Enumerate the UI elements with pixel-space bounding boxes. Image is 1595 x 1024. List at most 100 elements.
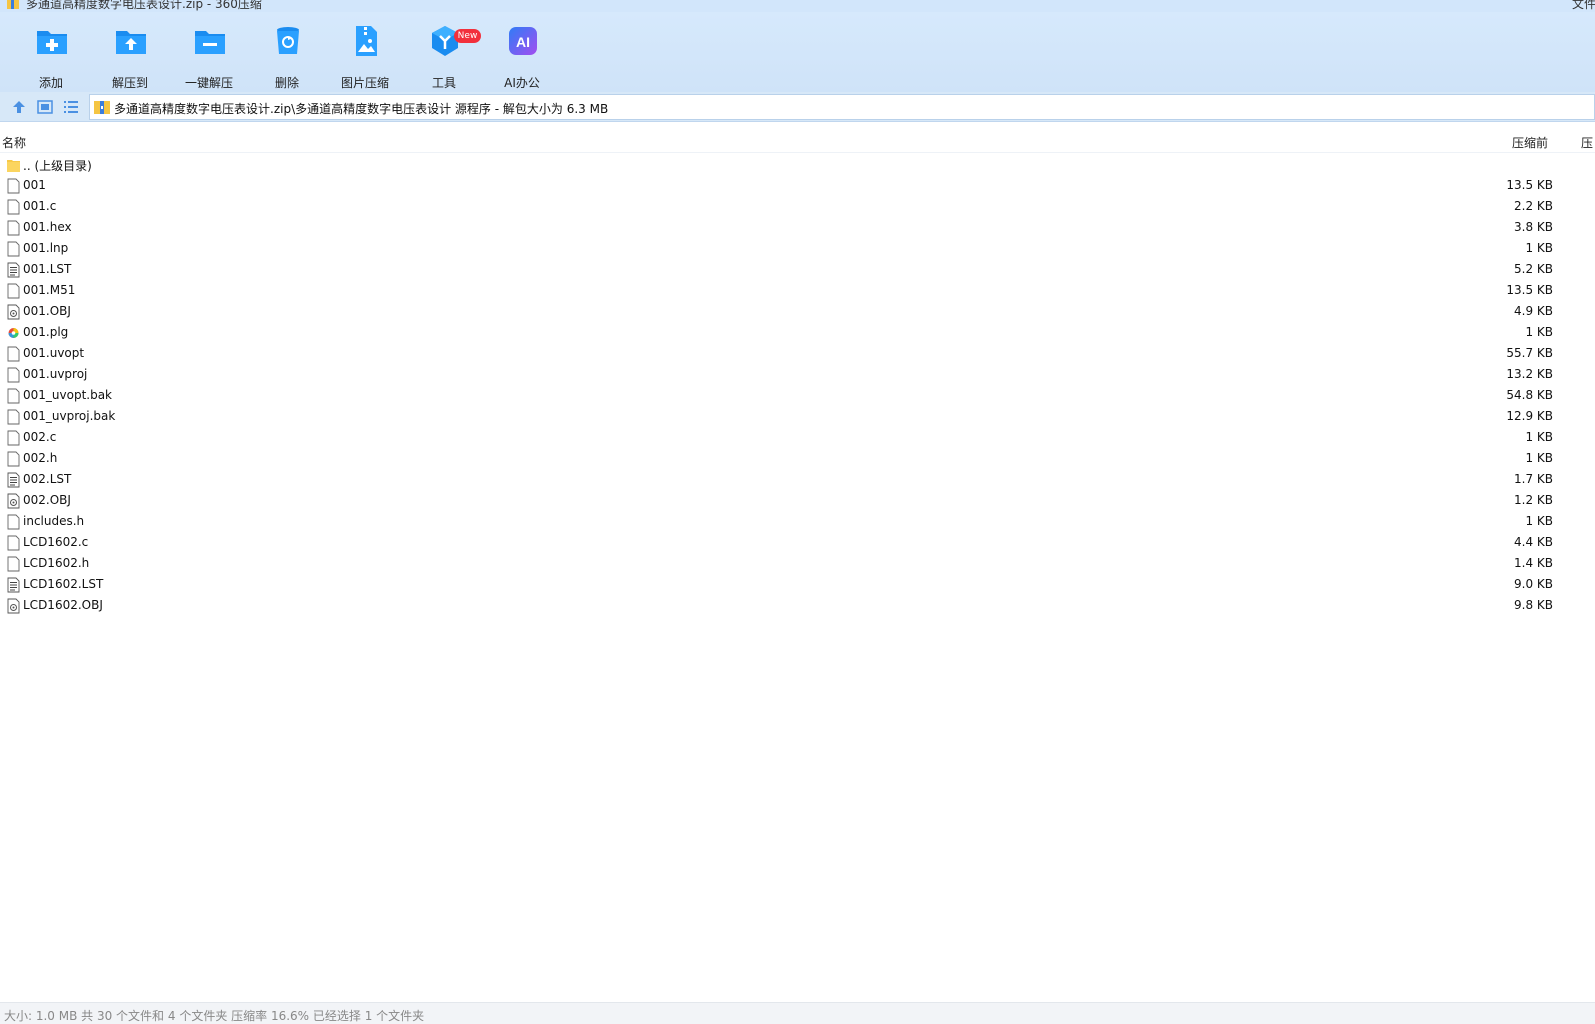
file-name: 002.h: [23, 451, 58, 465]
main-toolbar: 添加 解压到 一键解压 删除 图片压缩 工具 AI AI办公 New: [0, 12, 1595, 92]
column-name[interactable]: 名称: [2, 134, 26, 151]
file-name: 001_uvopt.bak: [23, 388, 113, 402]
file-size: 4.9 KB: [1514, 304, 1553, 318]
object-file-icon: [7, 493, 20, 509]
file-icon: [7, 388, 20, 404]
file-row[interactable]: 002.h 1 KB: [0, 448, 1595, 469]
extract-to-icon: [116, 31, 146, 54]
image-compress-icon: [356, 26, 377, 56]
file-name: 001.plg: [23, 325, 69, 339]
file-size: 1 KB: [1525, 241, 1553, 255]
image-compress-button[interactable]: 图片压缩: [327, 24, 403, 90]
file-row[interactable]: LCD1602.h 1.4 KB: [0, 553, 1595, 574]
text-file-icon: [7, 262, 20, 278]
delete-button-label: 删除: [274, 76, 299, 90]
file-row[interactable]: 001.plg 1 KB: [0, 322, 1595, 343]
file-row[interactable]: LCD1602.OBJ 9.8 KB: [0, 595, 1595, 616]
thumbnail-view-icon[interactable]: [36, 98, 54, 116]
file-row[interactable]: 001.LST 5.2 KB: [0, 259, 1595, 280]
file-icon: [7, 451, 20, 467]
file-row[interactable]: 001.lnp 1 KB: [0, 238, 1595, 259]
file-size: 1 KB: [1525, 514, 1553, 528]
one-click-extract-button-label: 一键解压: [184, 76, 233, 90]
column-size-after[interactable]: 压: [1581, 134, 1593, 151]
new-badge: New: [454, 29, 481, 43]
file-row[interactable]: 001.M51 13.5 KB: [0, 280, 1595, 301]
list-view-icon[interactable]: [62, 98, 80, 116]
delete-button[interactable]: 删除: [249, 24, 325, 90]
file-name: 001: [23, 178, 46, 192]
file-size: 13.2 KB: [1506, 367, 1553, 381]
file-row[interactable]: 002.LST 1.7 KB: [0, 469, 1595, 490]
address-bar: 多通道高精度数字电压表设计.zip\多通道高精度数字电压表设计 源程序 - 解包…: [0, 92, 1595, 122]
file-row[interactable]: LCD1602.c 4.4 KB: [0, 532, 1595, 553]
file-name: 002.OBJ: [23, 493, 71, 507]
file-row[interactable]: 001 13.5 KB: [0, 175, 1595, 196]
add-button[interactable]: 添加: [13, 24, 89, 90]
file-name: 001.lnp: [23, 241, 69, 255]
file-size: 1 KB: [1525, 430, 1553, 444]
object-file-icon: [7, 304, 20, 320]
file-size: 1.4 KB: [1514, 556, 1553, 570]
file-size: 5.2 KB: [1514, 262, 1553, 276]
window-title: 多通道高精度数字电压表设计.zip - 360压缩: [26, 0, 262, 11]
column-size-before[interactable]: 压缩前: [1512, 134, 1548, 151]
file-row[interactable]: 001_uvopt.bak 54.8 KB: [0, 385, 1595, 406]
file-name: LCD1602.c: [23, 535, 89, 549]
file-name: .. (上级目录): [23, 159, 92, 173]
object-file-icon: [7, 598, 20, 614]
file-name: 001.LST: [23, 262, 72, 276]
file-row[interactable]: 001.OBJ 4.9 KB: [0, 301, 1595, 322]
file-row[interactable]: 001.uvproj 13.2 KB: [0, 364, 1595, 385]
status-bar: 大小: 1.0 MB 共 30 个文件和 4 个文件夹 压缩率 16.6% 已经…: [0, 1002, 1595, 1024]
file-row[interactable]: LCD1602.LST 9.0 KB: [0, 574, 1595, 595]
file-name: 002.LST: [23, 472, 72, 486]
file-row[interactable]: 002.OBJ 1.2 KB: [0, 490, 1595, 511]
ai-office-button-label: AI办公: [504, 76, 540, 90]
plg-color-icon: [7, 325, 20, 341]
file-name: includes.h: [23, 514, 85, 528]
up-level-arrow-icon[interactable]: [10, 98, 28, 116]
file-name: 001.uvopt: [23, 346, 85, 360]
ai-office-icon: AI: [509, 27, 537, 55]
file-size: 1.7 KB: [1514, 472, 1553, 486]
file-icon: [7, 283, 20, 299]
file-icon: [7, 367, 20, 383]
file-size: 55.7 KB: [1506, 346, 1553, 360]
file-size: 13.5 KB: [1506, 283, 1553, 297]
one-click-extract-button[interactable]: 一键解压: [171, 24, 247, 90]
svg-text:AI: AI: [516, 34, 530, 50]
file-name: LCD1602.OBJ: [23, 598, 103, 612]
ai-office-button[interactable]: AI AI办公: [484, 24, 560, 90]
file-size: 9.0 KB: [1514, 577, 1553, 591]
file-row[interactable]: 001_uvproj.bak 12.9 KB: [0, 406, 1595, 427]
status-text: 大小: 1.0 MB 共 30 个文件和 4 个文件夹 压缩率 16.6% 已经…: [4, 1009, 425, 1023]
file-row[interactable]: 001.c 2.2 KB: [0, 196, 1595, 217]
file-size: 2.2 KB: [1514, 199, 1553, 213]
file-icon: [7, 535, 20, 551]
one-click-extract-icon: [195, 31, 225, 54]
text-file-icon: [7, 577, 20, 593]
path-field[interactable]: 多通道高精度数字电压表设计.zip\多通道高精度数字电压表设计 源程序 - 解包…: [89, 94, 1595, 120]
file-size: 54.8 KB: [1506, 388, 1553, 402]
file-row[interactable]: .. (上级目录): [0, 154, 1595, 175]
delete-bin-icon: [277, 27, 299, 54]
extract-to-button[interactable]: 解压到: [92, 24, 168, 90]
file-size: 1 KB: [1525, 451, 1553, 465]
file-row[interactable]: 002.c 1 KB: [0, 427, 1595, 448]
image-compress-button-label: 图片压缩: [340, 76, 389, 90]
folder-icon: [7, 157, 20, 173]
tools-button-label: 工具: [431, 76, 456, 90]
add-folder-icon: [37, 31, 67, 54]
file-name: 002.c: [23, 430, 57, 444]
text-file-icon: [7, 472, 20, 488]
window-title-right: 文件: [1572, 0, 1595, 11]
file-icon: [7, 409, 20, 425]
file-name: 001_uvproj.bak: [23, 409, 116, 423]
archive-window: 多通道高精度数字电压表设计.zip - 360压缩 文件 添加 解压到 一键解压…: [0, 0, 1595, 1024]
file-size: 9.8 KB: [1514, 598, 1553, 612]
file-row[interactable]: includes.h 1 KB: [0, 511, 1595, 532]
file-row[interactable]: 001.hex 3.8 KB: [0, 217, 1595, 238]
file-list: .. (上级目录) 001 13.5 KB 001.c 2.2 KB 001.hex 3.8…: [0, 154, 1595, 616]
file-row[interactable]: 001.uvopt 55.7 KB: [0, 343, 1595, 364]
